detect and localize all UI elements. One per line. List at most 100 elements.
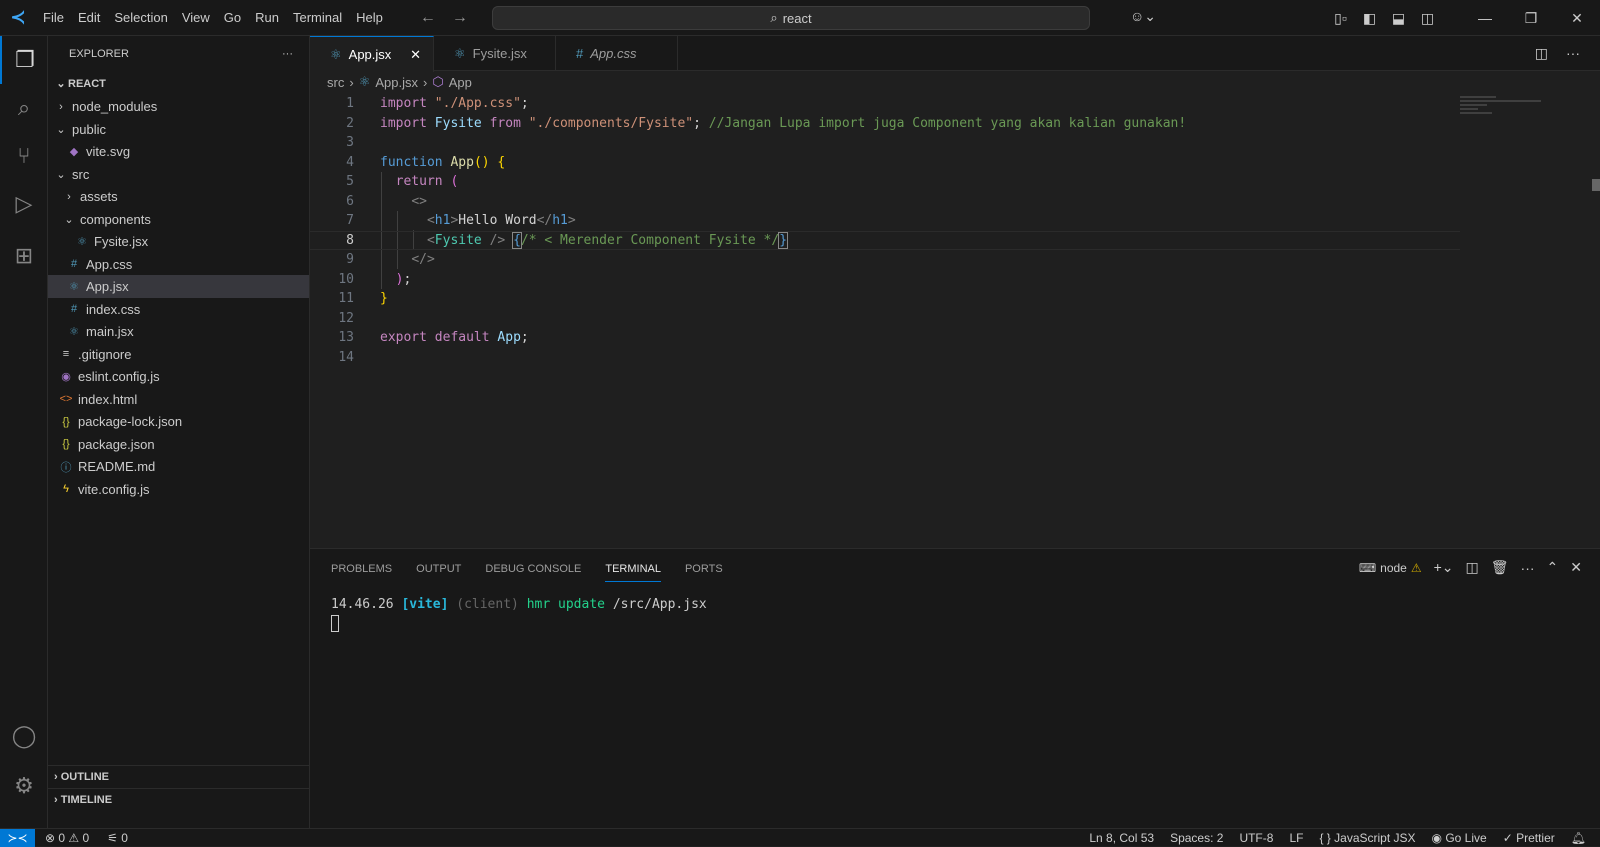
menu-help[interactable]: Help xyxy=(356,10,383,25)
menu-terminal[interactable]: Terminal xyxy=(293,10,342,25)
restore-icon[interactable]: ❐ xyxy=(1508,10,1554,27)
terminal-output[interactable]: 14.46.26 [vite] (client) hmr update /src… xyxy=(331,597,707,612)
extensions-icon[interactable]: ⊞ xyxy=(0,232,48,280)
language-mode[interactable]: { } JavaScript JSX xyxy=(1319,831,1415,845)
folder-item[interactable]: ⌄src xyxy=(48,163,309,186)
problems-status[interactable]: ⊗ 0 ⚠ 0 xyxy=(45,831,89,845)
toggle-panel-icon[interactable]: ⬓ xyxy=(1384,10,1413,27)
ports-status[interactable]: ⚟ 0 xyxy=(107,831,128,845)
code-token: App xyxy=(450,155,473,170)
go-live-button[interactable]: ◉ Go Live xyxy=(1432,831,1487,845)
code-line: 10 ); xyxy=(310,270,1460,290)
account-icon[interactable]: ◯ xyxy=(0,712,48,760)
folder-item[interactable]: ›node_modules xyxy=(48,95,309,118)
source-control-icon[interactable]: ⑂ xyxy=(0,132,48,180)
encoding[interactable]: UTF-8 xyxy=(1239,831,1273,845)
close-window-icon[interactable]: ✕ xyxy=(1554,10,1600,27)
panel-tab-terminal[interactable]: TERMINAL xyxy=(605,557,661,582)
line-ending[interactable]: LF xyxy=(1289,831,1303,845)
editor-scrollbar[interactable] xyxy=(1592,179,1600,191)
command-center-search[interactable]: ⌕react xyxy=(492,6,1090,30)
trash-icon[interactable]: 🗑 xyxy=(1491,559,1509,576)
more-actions-icon[interactable]: ··· xyxy=(282,48,293,60)
panel-tab-ports[interactable]: PORTS xyxy=(685,563,723,575)
terminal-shell[interactable]: ⌨node⚠ xyxy=(1359,561,1422,575)
new-terminal-icon[interactable]: +⌄ xyxy=(1434,559,1454,576)
prettier-status[interactable]: ✓ Prettier xyxy=(1503,831,1555,845)
notifications-bell-icon[interactable]: 🔔︎ xyxy=(1571,831,1586,845)
split-editor-icon[interactable]: ◫ xyxy=(1535,45,1548,62)
search-icon[interactable]: ⌕ xyxy=(0,84,48,132)
more-actions-icon[interactable]: ··· xyxy=(1566,45,1580,62)
remote-icon[interactable]: ≻≺ xyxy=(0,829,35,847)
copilot-icon[interactable]: ☺⌄ xyxy=(1130,8,1156,25)
code-text: } xyxy=(380,291,388,306)
explorer-icon[interactable]: ❐ xyxy=(0,36,48,84)
close-tab-icon[interactable]: ✕ xyxy=(410,47,421,63)
tab-fysite-jsx[interactable]: ⚛Fysite.jsx xyxy=(434,36,556,71)
file-item[interactable]: ⚛main.jsx xyxy=(48,320,309,343)
split-terminal-icon[interactable]: ◫ xyxy=(1466,559,1479,576)
breadcrumb-file[interactable]: App.jsx xyxy=(375,75,418,90)
folder-item[interactable]: ⌄public xyxy=(48,118,309,141)
code-text: <> xyxy=(380,194,427,209)
panel-tab-debug-console[interactable]: DEBUG CONSOLE xyxy=(485,563,581,575)
file-item[interactable]: ϟvite.config.js xyxy=(48,478,309,501)
menu-view[interactable]: View xyxy=(182,10,210,25)
toggle-sidebar-icon[interactable]: ◧ xyxy=(1355,10,1384,27)
breadcrumb-src[interactable]: src xyxy=(327,75,344,90)
tab-app-jsx[interactable]: ⚛App.jsx✕ xyxy=(310,36,434,72)
timeline-section[interactable]: › TIMELINE xyxy=(48,788,309,811)
file-item[interactable]: {}package-lock.json xyxy=(48,410,309,433)
code-token: from xyxy=(490,116,521,131)
menu-selection[interactable]: Selection xyxy=(114,10,167,25)
indentation[interactable]: Spaces: 2 xyxy=(1170,831,1223,845)
code-token: import xyxy=(380,116,427,131)
toggle-secondary-sidebar-icon[interactable]: ◫ xyxy=(1413,10,1442,27)
file-item[interactable]: #App.css xyxy=(48,253,309,276)
item-label: assets xyxy=(80,189,118,204)
tab-app-css[interactable]: #App.css xyxy=(556,36,678,71)
maximize-panel-icon[interactable]: ⌃ xyxy=(1547,559,1559,576)
minimize-icon[interactable]: — xyxy=(1462,10,1508,26)
panel-tab-output[interactable]: OUTPUT xyxy=(416,563,461,575)
code-token xyxy=(380,272,396,287)
menu-edit[interactable]: Edit xyxy=(78,10,100,25)
customize-layout-icon[interactable]: ▯▫ xyxy=(1326,10,1355,27)
more-actions-icon[interactable]: ··· xyxy=(1521,560,1535,576)
code-token: ; xyxy=(403,272,411,287)
file-item[interactable]: #index.css xyxy=(48,298,309,321)
code-token xyxy=(427,96,435,111)
prettier-label: Prettier xyxy=(1516,831,1555,845)
folder-item[interactable]: ⌄components xyxy=(48,208,309,231)
file-item[interactable]: ◉eslint.config.js xyxy=(48,365,309,388)
settings-gear-icon[interactable]: ⚙ xyxy=(0,762,48,810)
file-item[interactable]: ≡.gitignore xyxy=(48,343,309,366)
file-item[interactable]: {}package.json xyxy=(48,433,309,456)
file-item[interactable]: ◆vite.svg xyxy=(48,140,309,163)
menu-go[interactable]: Go xyxy=(224,10,241,25)
eslint-icon: ◉ xyxy=(58,370,74,383)
file-item[interactable]: ⚛App.jsx xyxy=(48,275,309,298)
cursor-position[interactable]: Ln 8, Col 53 xyxy=(1089,831,1154,845)
panel-tab-problems[interactable]: PROBLEMS xyxy=(331,563,392,575)
code-token: /* < Merender Component Fysite */ xyxy=(521,233,779,248)
outline-section[interactable]: › OUTLINE xyxy=(48,765,309,788)
file-item[interactable]: ⓘREADME.md xyxy=(48,455,309,478)
minimap[interactable] xyxy=(1460,96,1550,126)
file-item[interactable]: ⚛Fysite.jsx xyxy=(48,230,309,253)
item-label: package.json xyxy=(78,437,155,452)
code-token xyxy=(482,233,490,248)
folder-root-react[interactable]: ⌄REACT xyxy=(48,72,309,95)
file-item[interactable]: <>index.html xyxy=(48,388,309,411)
close-panel-icon[interactable]: ✕ xyxy=(1570,559,1582,576)
code-editor[interactable]: 1import "./App.css";2import Fysite from … xyxy=(310,94,1460,367)
menu-file[interactable]: File xyxy=(43,10,64,25)
run-debug-icon[interactable]: ▷ xyxy=(0,180,48,228)
menu-run[interactable]: Run xyxy=(255,10,279,25)
warning-count: 0 xyxy=(83,831,90,845)
breadcrumb-symbol[interactable]: App xyxy=(449,75,472,90)
back-arrow-icon[interactable]: ← xyxy=(420,9,436,27)
forward-arrow-icon[interactable]: → xyxy=(452,9,468,27)
folder-item[interactable]: ›assets xyxy=(48,185,309,208)
